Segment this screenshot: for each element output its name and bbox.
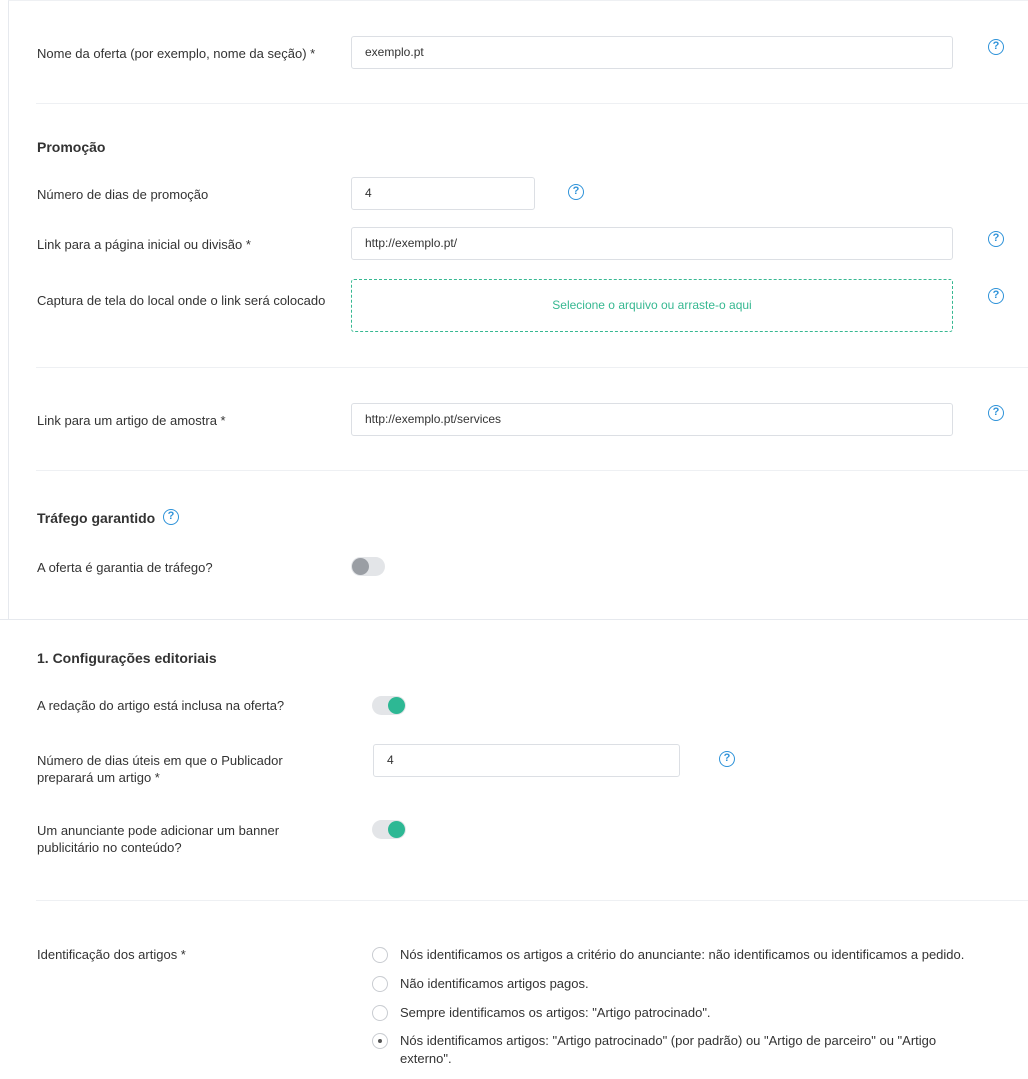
radio-button[interactable] bbox=[372, 976, 388, 992]
help-icon[interactable]: ? bbox=[988, 39, 1004, 55]
divider bbox=[36, 900, 1028, 901]
traffic-guarantee-toggle[interactable] bbox=[351, 557, 385, 576]
identification-option[interactable]: Nós identificamos os artigos a critério … bbox=[372, 946, 964, 964]
writing-days-label-line2: preparará um artigo * bbox=[37, 770, 160, 785]
help-icon[interactable]: ? bbox=[988, 231, 1004, 247]
toggle-knob bbox=[388, 697, 405, 714]
traffic-title: Tráfego garantido bbox=[37, 510, 156, 526]
identification-label: Identificação dos artigos * bbox=[37, 947, 186, 962]
divider bbox=[36, 367, 1028, 368]
offer-name-input[interactable]: exemplo.pt bbox=[351, 36, 953, 69]
identification-option[interactable]: Não identificamos artigos pagos. bbox=[372, 975, 589, 993]
writing-days-label: Número de dias úteis em que o Publicador… bbox=[37, 752, 283, 786]
help-icon[interactable]: ? bbox=[568, 184, 584, 200]
help-icon[interactable]: ? bbox=[163, 509, 179, 525]
banner-label: Um anunciante pode adicionar um banner p… bbox=[37, 822, 279, 856]
writing-days-input[interactable]: 4 bbox=[373, 744, 680, 777]
divider bbox=[36, 103, 1028, 104]
banner-toggle[interactable] bbox=[372, 820, 406, 839]
banner-label-line1: Um anunciante pode adicionar um banner bbox=[37, 823, 280, 838]
homepage-link-label: Link para a página inicial ou divisão * bbox=[37, 237, 251, 252]
sample-article-input[interactable]: http://exemplo.pt/services bbox=[351, 403, 953, 436]
radio-button-checked[interactable] bbox=[372, 1033, 388, 1049]
identification-option-text: Nós identificamos artigos: "Artigo patro… bbox=[400, 1032, 936, 1068]
identification-option[interactable]: Nós identificamos artigos: "Artigo patro… bbox=[372, 1032, 936, 1068]
article-writing-label: A redação do artigo está inclusa na ofer… bbox=[37, 698, 285, 713]
help-icon[interactable]: ? bbox=[988, 405, 1004, 421]
identification-option-text: Nós identificamos os artigos a critério … bbox=[400, 947, 965, 962]
screenshot-label: Captura de tela do local onde o link ser… bbox=[37, 293, 326, 308]
help-icon[interactable]: ? bbox=[988, 288, 1004, 304]
article-writing-toggle[interactable] bbox=[372, 696, 406, 715]
section-divider bbox=[0, 619, 1028, 620]
promotion-title: Promoção bbox=[37, 139, 106, 155]
identification-option-text-line2: externo". bbox=[400, 1051, 452, 1066]
identification-option-text: Não identificamos artigos pagos. bbox=[400, 976, 589, 991]
identification-option-text-line1: Nós identificamos artigos: "Artigo patro… bbox=[400, 1033, 937, 1048]
promotion-days-label: Número de dias de promoção bbox=[37, 187, 209, 202]
radio-button[interactable] bbox=[372, 947, 388, 963]
editorial-title: 1. Configurações editoriais bbox=[37, 650, 217, 666]
offer-name-label: Nome da oferta (por exemplo, nome da seç… bbox=[37, 46, 316, 61]
file-dropzone[interactable]: Selecione o arquivo ou arraste-o aqui bbox=[351, 279, 953, 332]
radio-button[interactable] bbox=[372, 1005, 388, 1021]
banner-label-line2: publicitário no conteúdo? bbox=[37, 840, 182, 855]
toggle-knob bbox=[388, 821, 405, 838]
identification-option-text: Sempre identificamos os artigos: "Artigo… bbox=[400, 1005, 711, 1020]
help-icon[interactable]: ? bbox=[719, 751, 735, 767]
writing-days-label-line1: Número de dias úteis em que o Publicador bbox=[37, 753, 283, 768]
identification-option[interactable]: Sempre identificamos os artigos: "Artigo… bbox=[372, 1004, 711, 1022]
toggle-knob bbox=[352, 558, 369, 575]
homepage-link-input[interactable]: http://exemplo.pt/ bbox=[351, 227, 953, 260]
divider bbox=[36, 470, 1028, 471]
sample-article-label: Link para um artigo de amostra * bbox=[37, 413, 226, 428]
traffic-guarantee-label: A oferta é garantia de tráfego? bbox=[37, 560, 213, 575]
promotion-days-input[interactable]: 4 bbox=[351, 177, 535, 210]
